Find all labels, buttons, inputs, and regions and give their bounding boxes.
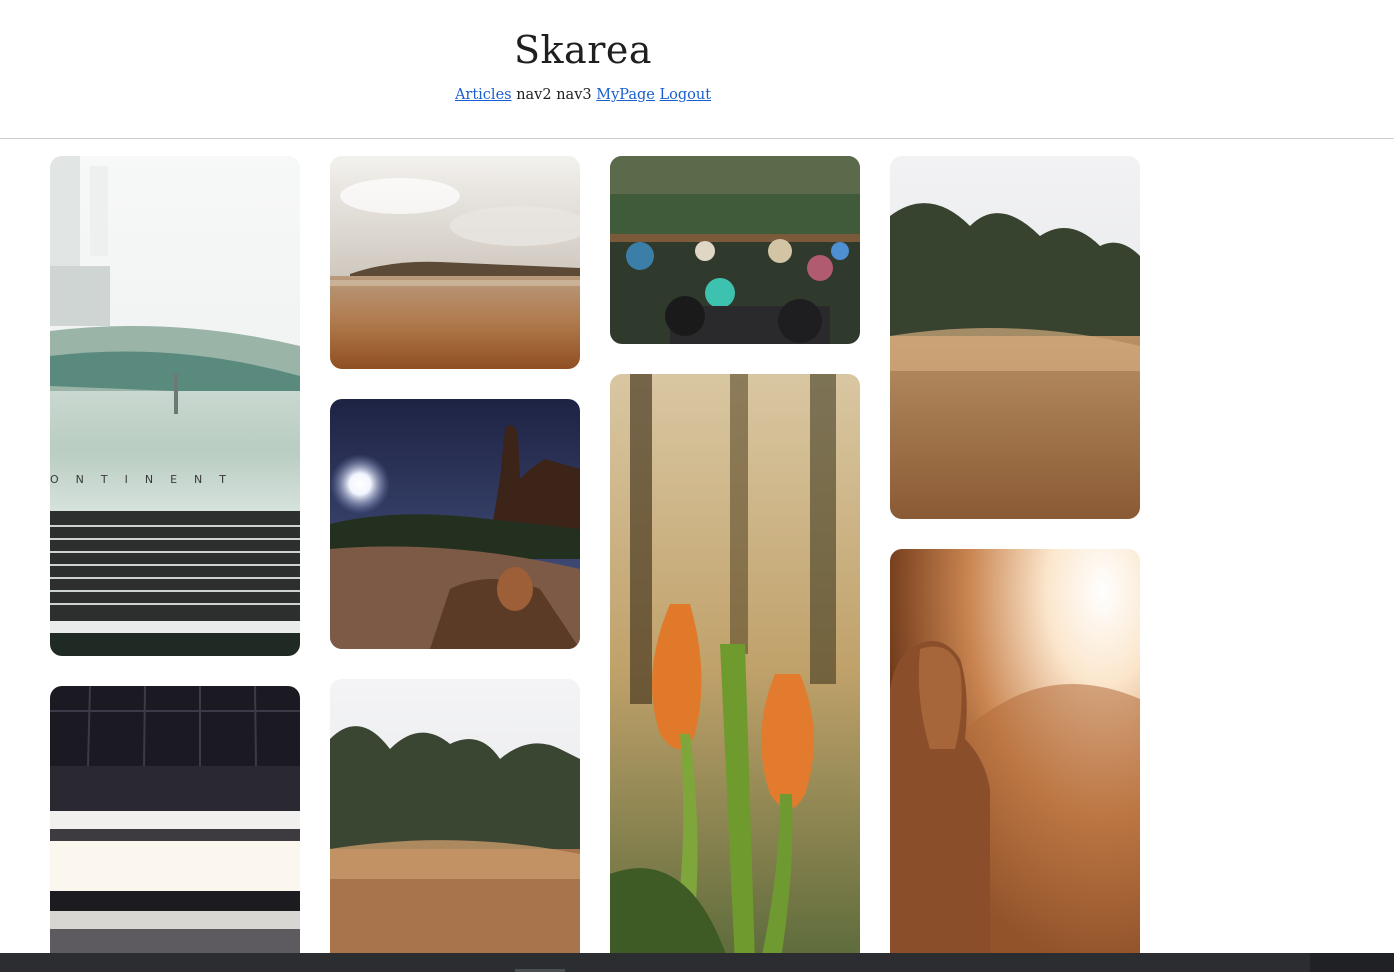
nav-item-nav3: nav3 [556,87,592,103]
bottom-taskbar [0,953,1394,972]
nav-articles-link[interactable]: Articles [455,87,512,103]
photo-desert-night[interactable] [330,399,580,649]
main-nav: Articles nav2 nav3 MyPage Logout [0,87,1166,103]
photo-floating-market[interactable] [610,156,860,344]
taskbar-right-area [1310,953,1394,972]
site-title: Skarea [513,28,653,72]
floating-market-image [610,156,860,344]
nav-item-nav2: nav2 [516,87,552,103]
site-header: Skarea Articles nav2 nav3 MyPage Logout [0,0,1394,139]
photo-tulips[interactable] [610,374,860,966]
photo-sunset-woman[interactable] [890,549,1140,966]
tulips-image [610,374,860,966]
nav-mypage-link[interactable]: MyPage [596,87,655,103]
car-grille-image: ONTINENT [50,156,300,656]
sunset-woman-image [890,549,1140,966]
grass-field-image-1 [890,156,1140,519]
monochrome-stripes-image [50,686,300,966]
desert-night-image [330,399,580,649]
car-badge-text: ONTINENT [50,473,243,486]
photo-beach[interactable] [330,156,580,369]
photo-grass-field-1[interactable] [890,156,1140,519]
photo-grass-field-2[interactable] [330,679,580,966]
beach-image [330,156,580,369]
grass-field-image-2 [330,679,580,966]
nav-logout-link[interactable]: Logout [660,87,712,103]
photo-car-grille[interactable]: ONTINENT [50,156,300,656]
photo-monochrome-stripes[interactable] [50,686,300,966]
